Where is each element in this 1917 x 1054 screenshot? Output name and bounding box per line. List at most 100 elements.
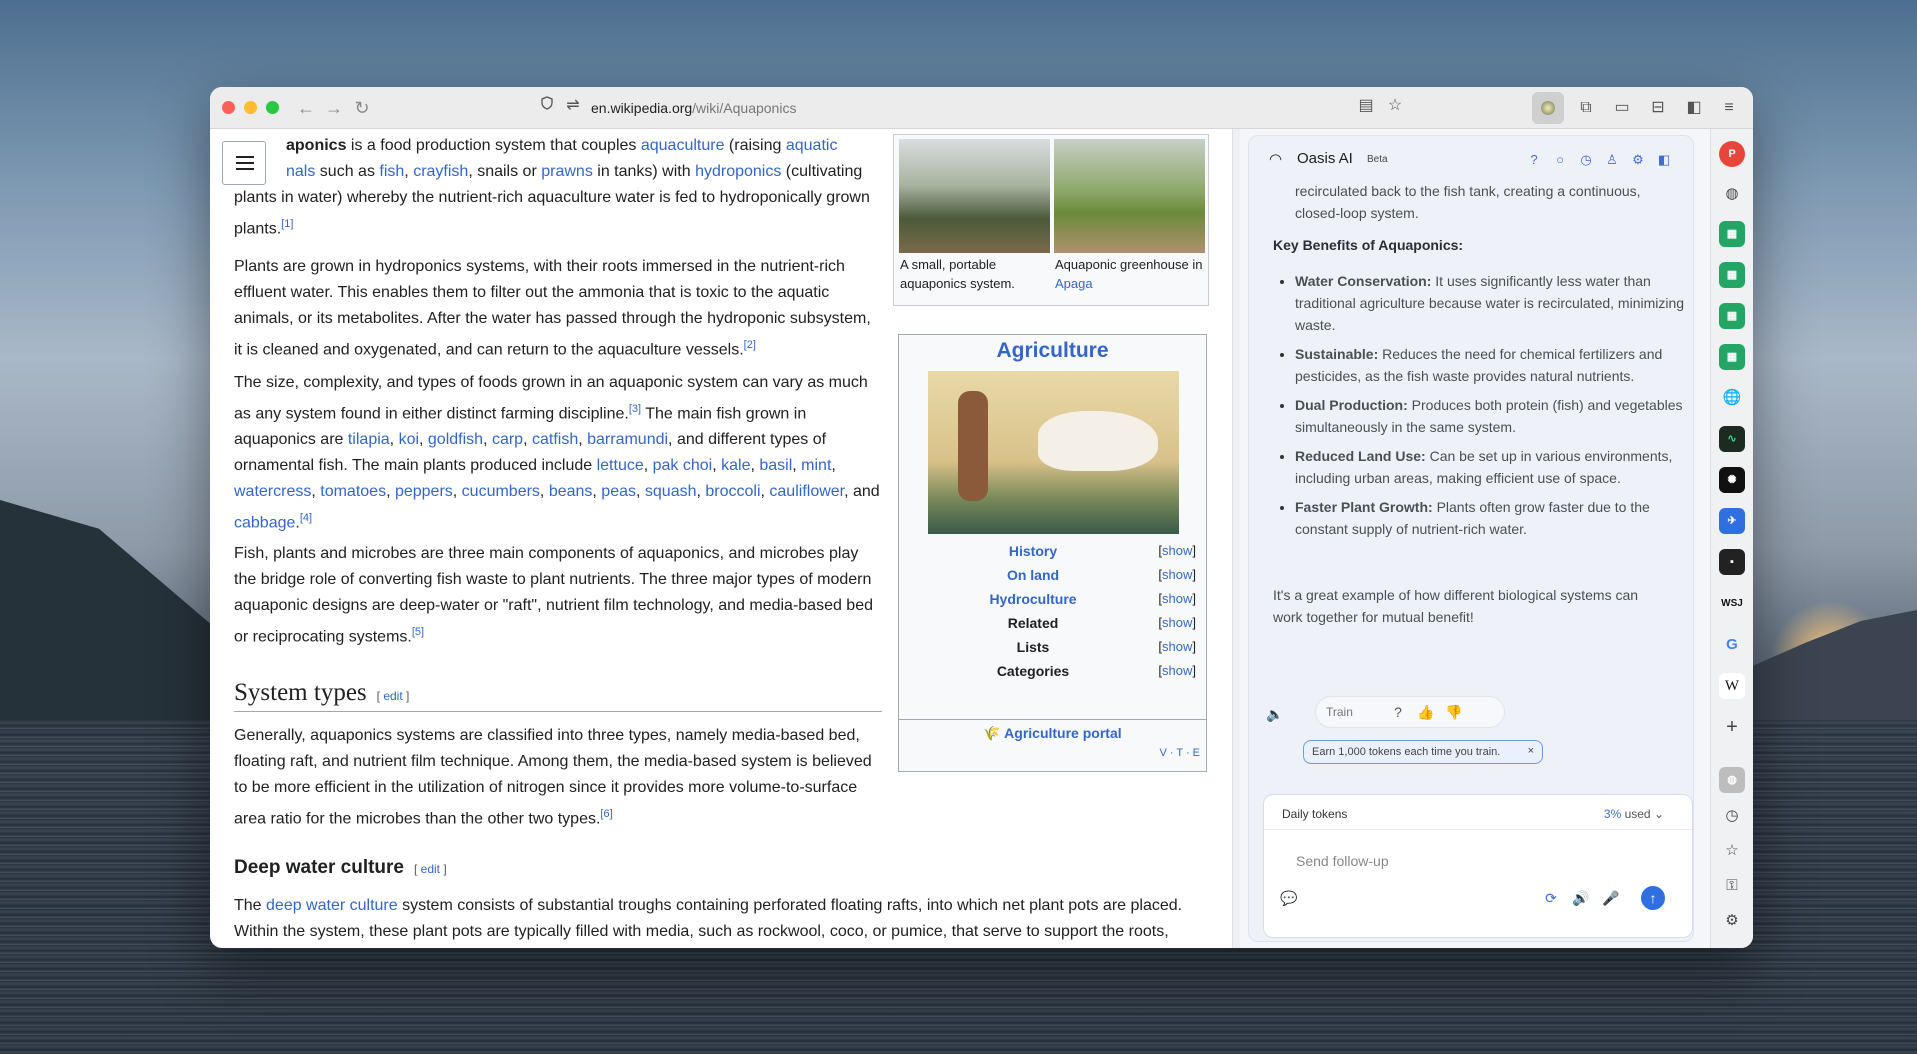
- link-aquatic[interactable]: aquatic: [786, 137, 838, 154]
- sheets-app-icon-4[interactable]: ▦: [1719, 344, 1745, 370]
- downloads-panel-icon[interactable]: ⊟: [1646, 96, 1670, 120]
- globe-icon[interactable]: 🌐: [1719, 385, 1745, 411]
- regenerate-icon[interactable]: ⟳: [1541, 888, 1561, 908]
- messenger-app-icon[interactable]: ✈: [1719, 508, 1745, 534]
- link-crayfish[interactable]: crayfish: [413, 163, 468, 180]
- navbox-show-toggle[interactable]: [show]: [1158, 615, 1196, 630]
- close-window-button[interactable]: [222, 101, 235, 114]
- ref-5[interactable]: [5]: [412, 626, 424, 638]
- link-squash[interactable]: squash: [645, 483, 697, 500]
- pinterest-app-icon[interactable]: P: [1719, 141, 1745, 167]
- sheets-app-icon-2[interactable]: ▦: [1719, 262, 1745, 288]
- archive-icon[interactable]: ▭: [1610, 96, 1634, 120]
- help-icon[interactable]: ?: [1525, 151, 1543, 169]
- link-pak-choi[interactable]: pak choi: [653, 457, 713, 474]
- navbox-show-toggle[interactable]: [show]: [1158, 591, 1196, 606]
- chatgpt-app-icon[interactable]: ✺: [1719, 467, 1745, 493]
- menu-icon[interactable]: ≡: [1717, 96, 1741, 120]
- site-permissions-icon[interactable]: ⇌: [561, 94, 585, 118]
- agriculture-portal-link[interactable]: 🌾 Agriculture portal: [899, 719, 1206, 742]
- history-clock-icon[interactable]: ◷: [1577, 151, 1595, 169]
- bookmarks-star-icon[interactable]: ☆: [1719, 838, 1745, 864]
- link-aquaculture[interactable]: aquaculture: [641, 137, 725, 154]
- ref-1[interactable]: [1]: [281, 218, 293, 230]
- panel-resize-divider[interactable]: [1232, 129, 1240, 948]
- train-button[interactable]: Train: [1326, 705, 1353, 719]
- egyptian-farming-illustration[interactable]: [928, 371, 1179, 534]
- navbox-show-toggle[interactable]: [show]: [1158, 543, 1196, 558]
- back-icon[interactable]: ←: [294, 96, 318, 120]
- thumbs-up-icon[interactable]: 👍: [1416, 702, 1436, 722]
- link-cauliflower[interactable]: cauliflower: [769, 483, 844, 500]
- link-koi[interactable]: koi: [399, 431, 419, 448]
- link-hydroponics[interactable]: hydroponics: [695, 163, 781, 180]
- reader-mode-icon[interactable]: ▤: [1354, 94, 1378, 118]
- link-basil[interactable]: basil: [759, 457, 792, 474]
- link-deep-water-culture[interactable]: deep water culture: [266, 897, 398, 914]
- wsj-app-icon[interactable]: WSJ: [1719, 591, 1745, 617]
- follow-up-input[interactable]: Send follow-up: [1296, 853, 1389, 869]
- dark-app-icon[interactable]: ▪: [1719, 549, 1745, 575]
- navbox-row-label[interactable]: History: [899, 543, 1167, 559]
- edit-subsection-link[interactable]: edit: [421, 862, 440, 876]
- oasis-app-icon[interactable]: ◍: [1719, 181, 1745, 207]
- link-tilapia[interactable]: tilapia: [348, 431, 390, 448]
- navbox-show-toggle[interactable]: [show]: [1158, 567, 1196, 582]
- account-icon[interactable]: ♙: [1603, 151, 1621, 169]
- wikipedia-app-icon[interactable]: W: [1719, 673, 1745, 699]
- link-barramundi[interactable]: barramundi: [587, 431, 668, 448]
- speaker-icon[interactable]: 🔈: [1265, 704, 1285, 724]
- link-peas[interactable]: peas: [601, 483, 636, 500]
- sheets-app-icon[interactable]: ▦: [1719, 221, 1745, 247]
- navbox-title[interactable]: Agriculture: [899, 339, 1206, 363]
- link-goldfish[interactable]: goldfish: [428, 431, 483, 448]
- history-icon[interactable]: ◷: [1719, 803, 1745, 829]
- navbox-show-toggle[interactable]: [show]: [1158, 663, 1196, 678]
- sheets-app-icon-3[interactable]: ▦: [1719, 303, 1745, 329]
- ref-2[interactable]: [2]: [744, 339, 756, 351]
- navbox-show-toggle[interactable]: [show]: [1158, 639, 1196, 654]
- question-icon[interactable]: ?: [1388, 702, 1408, 722]
- aquaponics-system-photo[interactable]: [899, 139, 1050, 253]
- ref-4[interactable]: [4]: [300, 512, 312, 524]
- link-lettuce[interactable]: lettuce: [597, 457, 644, 474]
- navbox-row-label[interactable]: Hydroculture: [899, 591, 1167, 607]
- volume-icon[interactable]: 🔊: [1571, 888, 1591, 908]
- tokens-usage-dropdown[interactable]: 3% used ⌄: [1604, 807, 1664, 821]
- link-broccoli[interactable]: broccoli: [705, 483, 760, 500]
- address-bar[interactable]: ⇌ en.wikipedia.org/wiki/Aquaponics ▤ ☆: [533, 94, 1423, 122]
- greenhouse-photo[interactable]: [1054, 139, 1205, 253]
- link-mint[interactable]: mint: [801, 457, 831, 474]
- link-fish[interactable]: fish: [379, 163, 404, 180]
- collapse-panel-icon[interactable]: ◧: [1655, 151, 1673, 169]
- activity-app-icon[interactable]: ∿: [1719, 426, 1745, 452]
- bookmark-star-icon[interactable]: ☆: [1383, 94, 1407, 118]
- sidebar-settings-icon[interactable]: ⚙: [1719, 908, 1745, 934]
- forward-icon[interactable]: →: [322, 96, 346, 120]
- sidebar-toggle-icon[interactable]: ◧: [1682, 96, 1706, 120]
- add-app-icon[interactable]: +: [1719, 714, 1745, 740]
- tokens-drop-icon[interactable]: ○: [1551, 151, 1569, 169]
- link-peppers[interactable]: peppers: [395, 483, 453, 500]
- dismiss-icon[interactable]: ×: [1528, 745, 1534, 757]
- link-apaga[interactable]: Apaga: [1055, 276, 1093, 291]
- minimize-window-button[interactable]: [244, 101, 257, 114]
- link-catfish[interactable]: catfish: [532, 431, 578, 448]
- link-prawns[interactable]: prawns: [541, 163, 593, 180]
- google-app-icon[interactable]: G: [1719, 632, 1745, 658]
- settings-gear-icon[interactable]: ⚙: [1629, 151, 1647, 169]
- shield-icon[interactable]: [535, 94, 559, 118]
- oasis-extension-icon[interactable]: [1532, 92, 1564, 124]
- link-kale[interactable]: kale: [721, 457, 750, 474]
- edit-section-link[interactable]: edit: [383, 689, 402, 703]
- link-beans[interactable]: beans: [549, 483, 593, 500]
- zoom-window-button[interactable]: [266, 101, 279, 114]
- ref-3[interactable]: [3]: [629, 403, 641, 415]
- link-animals[interactable]: nals: [286, 163, 315, 180]
- microphone-icon[interactable]: 🎤: [1601, 888, 1621, 908]
- thumbs-down-icon[interactable]: 👎: [1444, 702, 1464, 722]
- oasis-active-icon[interactable]: ◍: [1719, 767, 1745, 793]
- navbox-row-label[interactable]: On land: [899, 567, 1167, 583]
- link-cucumbers[interactable]: cucumbers: [462, 483, 540, 500]
- send-button[interactable]: ↑: [1641, 886, 1665, 910]
